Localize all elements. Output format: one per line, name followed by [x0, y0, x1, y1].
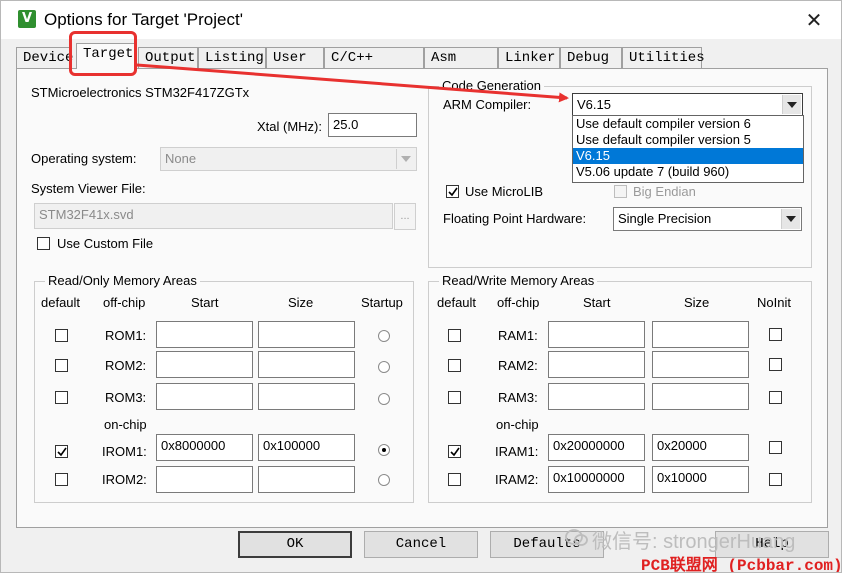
annotation-highlight-box	[69, 31, 137, 76]
annotation-arrow-icon	[136, 63, 569, 103]
options-dialog: V Options for Target 'Project' ✕ Device …	[0, 0, 842, 573]
